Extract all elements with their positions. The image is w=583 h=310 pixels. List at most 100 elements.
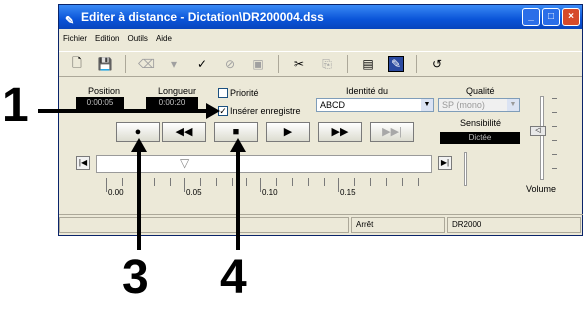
- dropdown-arrow-icon[interactable]: ▾: [166, 57, 182, 71]
- callout-number-4: 4: [220, 251, 247, 304]
- sensitivity-label: Sensibilité: [460, 118, 502, 128]
- identity-label: Identité du: [346, 86, 389, 96]
- timeline-tick: [170, 178, 171, 186]
- skip-end-button[interactable]: ▶▶|: [370, 122, 414, 142]
- timeline-tick: [200, 178, 201, 186]
- paste-icon[interactable]: ⎘: [319, 57, 335, 72]
- save-icon[interactable]: 💾: [97, 57, 113, 71]
- toolbar-separator: [347, 55, 348, 73]
- volume-tick: [552, 154, 557, 155]
- status-cell-empty: [59, 217, 349, 233]
- play-icon: ▶: [283, 126, 293, 138]
- chevron-down-icon: ▼: [507, 99, 519, 111]
- length-display: 0:00:20: [146, 97, 198, 109]
- length-label: Longueur: [158, 86, 197, 96]
- timeline-label: 0.00: [108, 188, 124, 197]
- timeline-label: 0.10: [262, 188, 278, 197]
- properties-icon[interactable]: ▤: [360, 57, 376, 71]
- timeline-tick: [154, 178, 155, 186]
- timeline-tick: [106, 178, 107, 192]
- timeline-tick: [216, 178, 217, 186]
- timeline-tick: [122, 178, 123, 186]
- volume-slider-thumb[interactable]: ◁: [530, 126, 546, 136]
- window-title: Editer à distance - Dictation\DR200004.d…: [81, 10, 324, 24]
- position-slider-track[interactable]: [96, 155, 432, 173]
- timeline-tick: [338, 178, 339, 192]
- toolbar-separator: [416, 55, 417, 73]
- insert-recording-checkbox[interactable]: ✓ Insérer enregistre: [218, 106, 301, 116]
- callout-arrowhead-1: [206, 103, 220, 119]
- timeline-tick: [418, 178, 419, 186]
- menu-outils[interactable]: Outils: [127, 31, 147, 47]
- timeline-label: 0.15: [340, 188, 356, 197]
- timeline-tick: [276, 178, 277, 186]
- callout-arrowhead-4: [230, 138, 246, 152]
- checkbox-box[interactable]: [218, 88, 228, 98]
- window-controls: _ □ ×: [522, 8, 580, 26]
- sensitivity-display[interactable]: Dictée: [440, 132, 520, 144]
- timeline-tick: [354, 178, 355, 186]
- menu-edition[interactable]: Edition: [95, 31, 119, 47]
- insert-recording-label: Insérer enregistre: [230, 106, 301, 116]
- position-slider-thumb[interactable]: ▽: [180, 156, 190, 170]
- callout-arrowhead-3: [131, 138, 147, 152]
- volume-label: Volume: [526, 184, 557, 194]
- rewind-icon: ◀◀: [175, 126, 193, 138]
- chevron-down-icon[interactable]: ▼: [421, 99, 433, 111]
- position-display: 0:00:05: [76, 97, 124, 109]
- toolbar-separator: [125, 55, 126, 73]
- title-bar[interactable]: ✎ Editer à distance - Dictation\DR200004…: [59, 5, 582, 29]
- new-file-icon[interactable]: 🗋: [69, 54, 85, 75]
- timeline-tick: [260, 178, 261, 192]
- skip-end-icon: ▶▶|: [382, 126, 402, 138]
- callout-arrow-1: [38, 109, 208, 113]
- go-end-button[interactable]: ▶|: [438, 156, 452, 170]
- menu-bar: Fichier Edition Outils Aide: [59, 31, 172, 47]
- cancel-icon[interactable]: ⊘: [222, 57, 238, 71]
- undo-icon[interactable]: ↺: [429, 57, 445, 71]
- volume-tick: [552, 168, 557, 169]
- minimize-button[interactable]: _: [522, 8, 540, 26]
- play-button[interactable]: ▶: [266, 122, 310, 142]
- close-button[interactable]: ×: [562, 8, 580, 26]
- fast-forward-button[interactable]: ▶▶: [318, 122, 362, 142]
- cut-icon[interactable]: ✂: [291, 57, 307, 71]
- fast-forward-icon: ▶▶: [331, 126, 349, 138]
- volume-tick: [552, 126, 557, 127]
- edit-pen-icon[interactable]: ✎: [388, 56, 404, 72]
- timeline-label: 0.05: [186, 188, 202, 197]
- identity-select[interactable]: ABCD ▼: [316, 98, 434, 112]
- rewind-button[interactable]: ◀◀: [162, 122, 206, 142]
- priority-checkbox[interactable]: Priorité: [218, 88, 259, 98]
- callout-arrow-3: [137, 148, 141, 250]
- menu-aide[interactable]: Aide: [156, 31, 172, 47]
- callout-arrow-4: [236, 148, 240, 250]
- menu-fichier[interactable]: Fichier: [63, 31, 87, 47]
- go-start-button[interactable]: |◀: [76, 156, 90, 170]
- timeline-tick: [324, 178, 325, 186]
- timeline-tick: [370, 178, 371, 186]
- checkmark-icon[interactable]: ✓: [194, 57, 210, 71]
- volume-slider-track[interactable]: [540, 96, 544, 180]
- send-icon[interactable]: ▣: [250, 57, 266, 71]
- go-end-icon: ▶|: [440, 158, 450, 167]
- volume-tick: [552, 112, 557, 113]
- quality-select[interactable]: SP (mono) ▼: [438, 98, 520, 112]
- timeline-tick: [246, 178, 247, 186]
- timeline-tick: [386, 178, 387, 186]
- record-icon: ●: [134, 126, 142, 138]
- callout-number-3: 3: [122, 251, 149, 304]
- pen-icon: ✎: [65, 15, 75, 27]
- timeline-tick: [402, 178, 403, 186]
- erase-icon[interactable]: ⌫: [138, 57, 155, 71]
- toolbar-separator: [278, 55, 279, 73]
- stop-icon: ■: [232, 126, 240, 138]
- status-state: Arrêt: [351, 217, 445, 233]
- toolbar: 🗋 💾 ⌫ ▾ ✓ ⊘ ▣ ✂ ⎘ ▤ ✎ ↺: [59, 51, 582, 77]
- maximize-button[interactable]: □: [542, 8, 560, 26]
- timeline-tick: [232, 178, 233, 186]
- sensitivity-slider[interactable]: [464, 152, 467, 186]
- volume-tick: [552, 98, 557, 99]
- volume-tick: [552, 140, 557, 141]
- timeline-tick: [308, 178, 309, 186]
